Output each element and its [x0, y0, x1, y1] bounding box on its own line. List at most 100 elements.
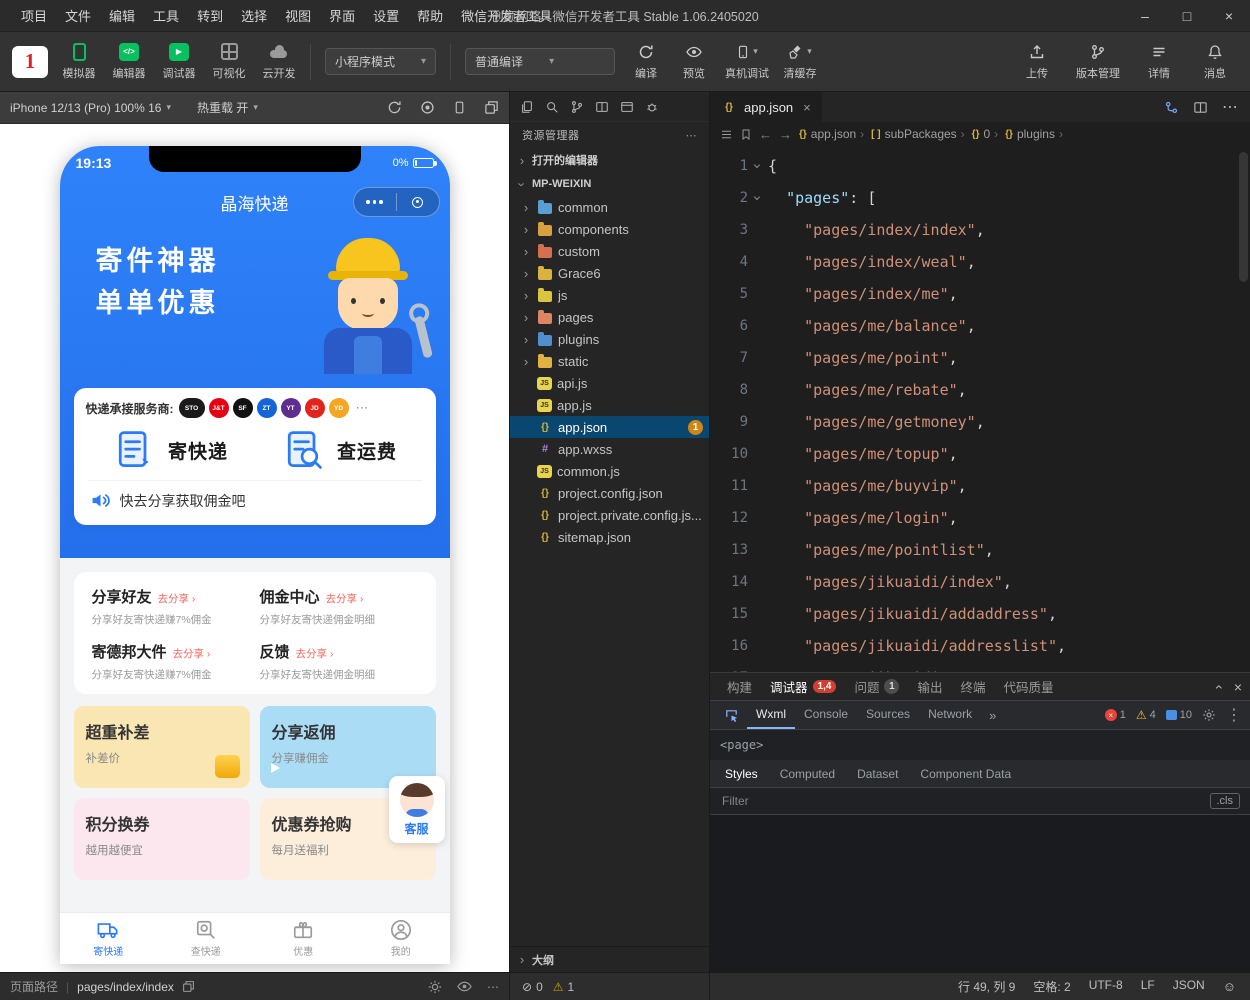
rotate-icon[interactable] — [387, 100, 402, 115]
hot-reload-select[interactable]: 热重载 开 ▾ — [197, 99, 258, 116]
query-freight-button[interactable]: 查运费 — [255, 428, 424, 472]
real-device-debug-button[interactable]: ▾ 真机调试 — [725, 43, 769, 81]
tree-item[interactable]: # app.wxss — [510, 438, 709, 460]
more-actions-icon[interactable]: ⋯ — [686, 129, 698, 142]
window-icon[interactable] — [620, 100, 634, 114]
fold-icon[interactable] — [748, 566, 768, 598]
inspector-tab[interactable]: Styles — [714, 760, 769, 787]
detach-window-icon[interactable] — [484, 100, 499, 115]
close-miniapp-button[interactable] — [397, 197, 439, 208]
debugger-tab[interactable]: 输出 — [908, 673, 951, 700]
tab-profile[interactable]: 我的 — [352, 913, 450, 964]
fold-icon[interactable] — [748, 182, 768, 214]
tree-item[interactable]: {} project.config.json — [510, 482, 709, 504]
menu-item[interactable]: 帮助 — [408, 6, 452, 25]
share-item-action[interactable]: 去分享 — [173, 646, 211, 661]
tab-track-express[interactable]: 查快递 — [157, 913, 255, 964]
details-button[interactable]: 详情 — [1142, 43, 1176, 81]
editor-scrollbar[interactable] — [1239, 152, 1248, 282]
menu-item[interactable]: 视图 — [276, 6, 320, 25]
filter-input[interactable] — [720, 793, 1202, 809]
tree-item[interactable]: {} project.private.config.js... — [510, 504, 709, 526]
maximize-button[interactable]: □ — [1166, 0, 1208, 31]
inspector-tab[interactable]: Computed — [769, 760, 846, 787]
collapse-panel-icon[interactable]: › — [1209, 684, 1225, 689]
open-editors-section[interactable]: › 打开的编辑器 — [510, 148, 709, 172]
more-icon[interactable]: ⋯ — [487, 980, 499, 994]
share-item[interactable]: 分享好友 去分享 分享好友寄快递赚7%佣金 — [92, 586, 250, 627]
mode-select[interactable]: 小程序模式 ▾ — [325, 48, 436, 75]
fold-icon[interactable] — [748, 342, 768, 374]
promo-card-overweight[interactable]: 超重补差 补差价 — [74, 706, 250, 788]
split-editor-icon[interactable] — [595, 100, 609, 114]
fold-icon[interactable] — [748, 374, 768, 406]
message-button[interactable]: 消息 — [1198, 43, 1232, 81]
console-warning-count[interactable]: ⚠ 4 — [1136, 709, 1156, 721]
close-tab-icon[interactable]: × — [803, 100, 811, 115]
devtools-tab[interactable]: Console — [795, 701, 857, 729]
menu-item[interactable]: 编辑 — [100, 6, 144, 25]
menu-item[interactable]: 转到 — [188, 6, 232, 25]
tree-item[interactable]: {} app.json 1 — [510, 416, 709, 438]
send-express-button[interactable]: 寄快递 — [86, 428, 255, 472]
menu-item[interactable]: 设置 — [364, 6, 408, 25]
tree-item[interactable]: JS app.js — [510, 394, 709, 416]
breadcrumb-item[interactable]: {} plugins › — [1005, 127, 1063, 141]
tree-item[interactable]: › common — [510, 196, 709, 218]
debug-icon[interactable] — [645, 100, 659, 114]
minimize-button[interactable]: – — [1124, 0, 1166, 31]
breadcrumb-item[interactable]: [ ] subPackages › — [871, 127, 965, 141]
device-select[interactable]: iPhone 12/13 (Pro) 100% 16 ▾ — [10, 101, 171, 115]
fold-icon[interactable] — [748, 278, 768, 310]
more-menu-button[interactable] — [354, 200, 396, 204]
debugger-tab[interactable]: 代码质量 — [994, 673, 1062, 700]
breadcrumb-item[interactable]: {} 0 › — [972, 127, 998, 141]
devtools-tab[interactable]: Network — [919, 701, 981, 729]
tab-app-json[interactable]: {} app.json × — [710, 92, 823, 122]
search-icon[interactable] — [545, 100, 559, 114]
toolbar-button[interactable]: 调试器 — [162, 43, 196, 81]
share-item[interactable]: 反馈 去分享 分享好友寄快递佣金明细 — [260, 641, 418, 682]
tab-coupons[interactable]: 优惠 — [255, 913, 353, 964]
fold-icon[interactable] — [748, 630, 768, 662]
tree-item[interactable]: › pages — [510, 306, 709, 328]
menu-item[interactable]: 文件 — [56, 6, 100, 25]
inspector-tab[interactable]: Component Data — [909, 760, 1022, 787]
debugger-tab[interactable]: 终端 — [951, 673, 994, 700]
share-item-action[interactable]: 去分享 — [326, 591, 364, 606]
tree-item[interactable]: JS api.js — [510, 372, 709, 394]
share-item-action[interactable]: 去分享 — [158, 591, 196, 606]
share-tip-row[interactable]: 快去分享获取佣金吧 — [86, 481, 424, 519]
tree-item[interactable]: › custom — [510, 240, 709, 262]
console-error-count[interactable]: × 1 — [1105, 709, 1126, 721]
tree-item[interactable]: › static — [510, 350, 709, 372]
menu-item[interactable]: 选择 — [232, 6, 276, 25]
fold-icon[interactable] — [748, 214, 768, 246]
more-actions-icon[interactable]: ⋯ — [1222, 97, 1238, 117]
tree-item[interactable]: › js — [510, 284, 709, 306]
close-panel-icon[interactable]: × — [1234, 679, 1242, 695]
split-editor-icon[interactable] — [1193, 100, 1208, 115]
compile-mode-select[interactable]: 普通编译 ▾ — [465, 48, 615, 75]
device-frame-icon[interactable] — [453, 100, 466, 115]
fold-icon[interactable] — [748, 470, 768, 502]
toolbar-button[interactable]: 云开发 — [262, 43, 296, 81]
outline-section[interactable]: › 大纲 — [510, 946, 709, 972]
clear-cache-button[interactable]: ▾ 清缓存 — [783, 43, 817, 81]
forward-icon[interactable]: → — [779, 127, 792, 142]
menu-item[interactable]: 工具 — [144, 6, 188, 25]
version-control-button[interactable]: 版本管理 — [1076, 43, 1120, 81]
tree-item[interactable]: › Grace6 — [510, 262, 709, 284]
fold-icon[interactable] — [748, 662, 768, 672]
console-info-count[interactable]: 10 — [1166, 709, 1192, 721]
bookmark-icon[interactable] — [740, 128, 752, 141]
compile-button[interactable]: 编译 — [629, 43, 663, 81]
close-button[interactable]: × — [1208, 0, 1250, 31]
share-item[interactable]: 佣金中心 去分享 分享好友寄快递佣金明细 — [260, 586, 418, 627]
fold-icon[interactable] — [748, 246, 768, 278]
tree-item[interactable]: › plugins — [510, 328, 709, 350]
menu-item[interactable]: 界面 — [320, 6, 364, 25]
more-tabs-icon[interactable]: » — [983, 708, 1002, 723]
outline-list-icon[interactable] — [720, 128, 733, 141]
project-root-item[interactable]: › MP-WEIXIN — [510, 172, 709, 196]
